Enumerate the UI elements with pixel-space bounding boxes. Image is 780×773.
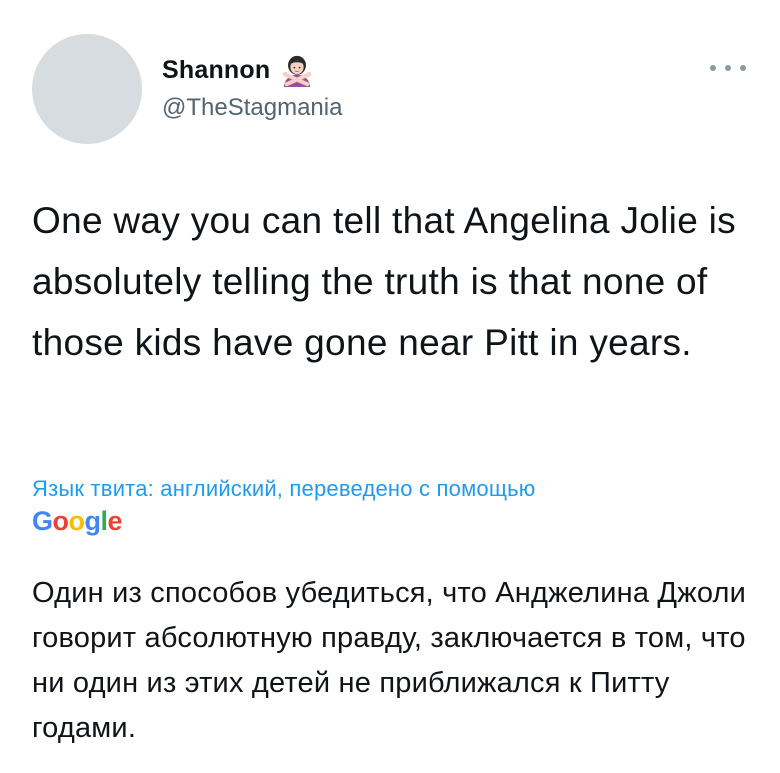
google-letter: e — [107, 506, 123, 536]
author-name-row: Shannon — [162, 52, 314, 88]
google-letter: G — [32, 506, 53, 536]
tweet-card: Shannon @TheStagmania One way you can te — [0, 0, 780, 773]
handle[interactable]: @TheStagmania — [162, 94, 342, 122]
google-letter: o — [52, 506, 70, 536]
display-name[interactable]: Shannon — [162, 56, 270, 85]
google-letter: o — [68, 506, 86, 536]
dot — [710, 65, 716, 71]
google-logo: Google — [32, 506, 123, 537]
tweet-text: One way you can tell that Angelina Jolie… — [32, 200, 736, 363]
translated-text: Один из способов убедиться, что Анджелин… — [32, 577, 747, 744]
google-letter: l — [100, 506, 109, 536]
person-gesturing-no-emoji — [283, 55, 312, 87]
translation-attribution[interactable]: Язык твита: английский, переведено с пом… — [32, 476, 752, 502]
avatar[interactable] — [32, 34, 142, 144]
dot — [725, 65, 731, 71]
dot — [740, 65, 746, 71]
google-letter: g — [84, 506, 102, 536]
more-horizontal-icon[interactable] — [710, 60, 746, 76]
